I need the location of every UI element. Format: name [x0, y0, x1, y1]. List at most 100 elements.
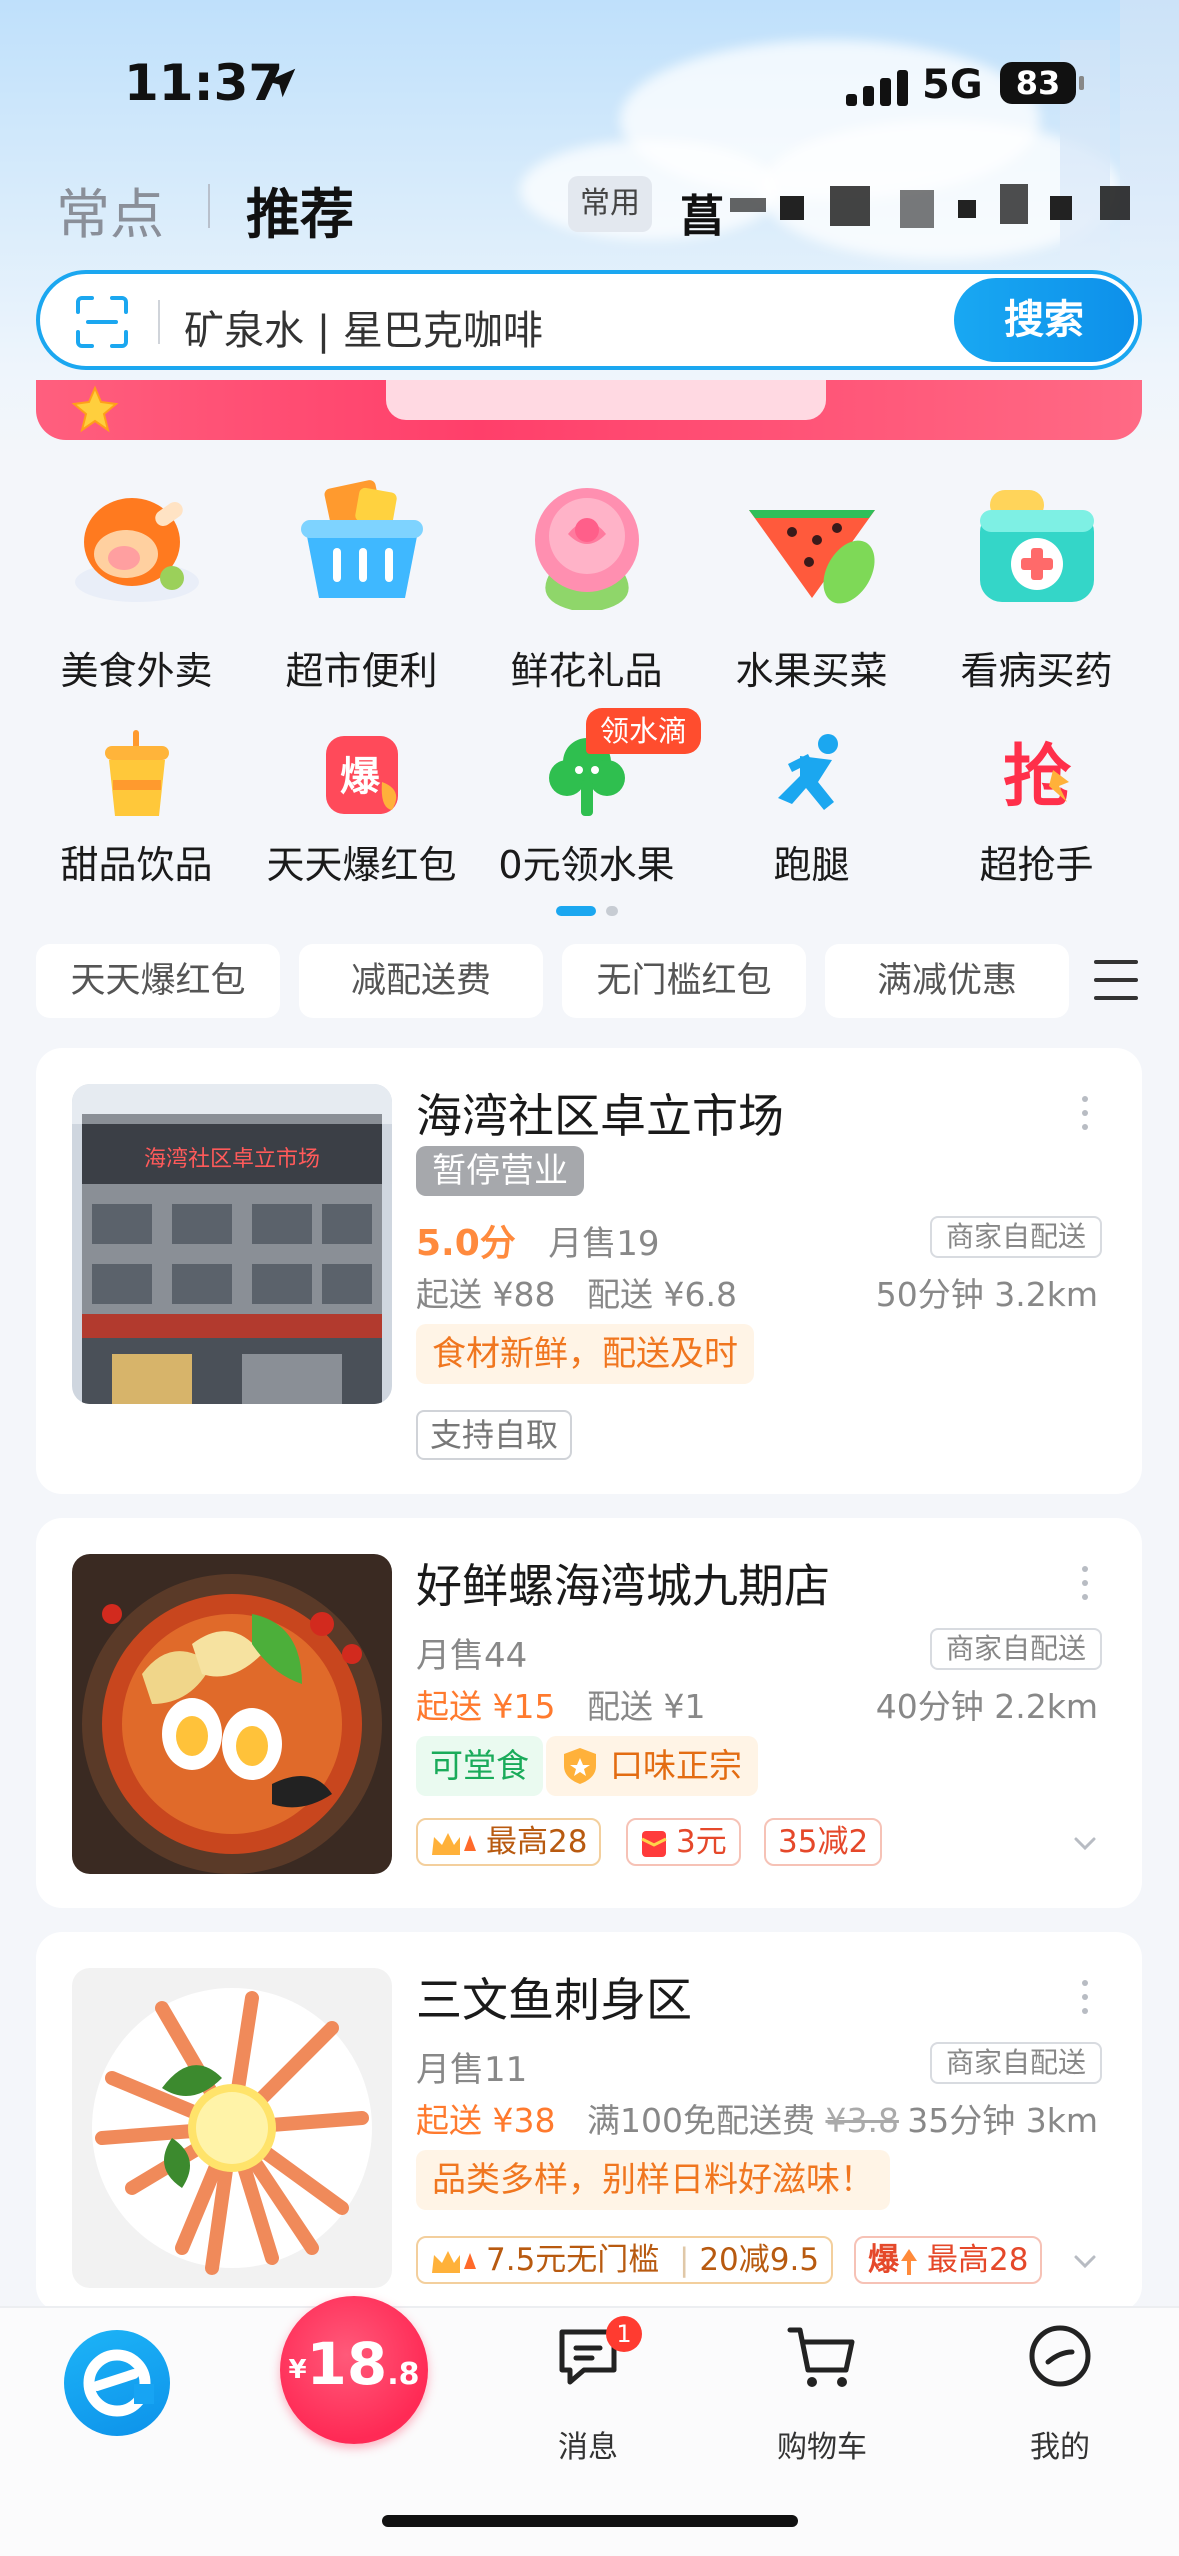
search-input[interactable]: 矿泉水 | 星巴克咖啡	[184, 298, 543, 356]
red-envelope-icon	[641, 1830, 667, 1857]
status-badge: 暂停营业	[416, 1146, 584, 1196]
promo-discount[interactable]: 35减2	[764, 1818, 883, 1866]
more-options-icon[interactable]	[1082, 1980, 1090, 2014]
more-options-icon[interactable]	[1082, 1096, 1090, 1130]
page-indicator-active	[556, 906, 596, 916]
drink-icon	[104, 730, 169, 816]
shop-card[interactable]: 三文鱼刺身区 月售11 商家自配送 起送 ¥38 满100免配送费 ¥3.8 3…	[36, 1932, 1142, 2312]
chevron-down-icon[interactable]	[1072, 1830, 1098, 1856]
promo-red-packet[interactable]: 3元	[626, 1818, 741, 1866]
category-hot-grab[interactable]: 抢 超抢手	[924, 730, 1149, 890]
category-errand[interactable]: 跑腿	[699, 730, 924, 890]
promo-max[interactable]: 最高28	[416, 1818, 602, 1866]
category-drinks[interactable]: 甜品饮品	[24, 730, 249, 890]
search-divider	[158, 300, 160, 344]
tab-label: 我的	[1030, 2430, 1090, 2465]
rating-score: 5.0分	[416, 1223, 516, 1264]
category-supermarket[interactable]: 超市便利	[249, 470, 474, 700]
delivery-address[interactable]: 菖	[680, 180, 724, 244]
filter-red-packet[interactable]: 天天爆红包	[36, 944, 280, 1018]
chevron-down-icon[interactable]	[1072, 2248, 1098, 2274]
water-drop-badge: 领水滴	[586, 708, 702, 754]
shop-name[interactable]: 三文鱼刺身区	[416, 1964, 692, 2030]
tab-messages[interactable]: 消息	[508, 2322, 668, 2482]
home-tab[interactable]	[64, 2330, 170, 2436]
shop-card[interactable]: 好鲜螺海湾城九期店 月售44 商家自配送 起送 ¥15 配送 ¥1 40分钟 2…	[36, 1518, 1142, 1908]
tab-frequent[interactable]: 常点	[56, 170, 164, 249]
eta-distance: 35分钟 3km	[907, 2101, 1098, 2140]
profile-icon	[1029, 2325, 1091, 2387]
search-button[interactable]: 搜索	[954, 278, 1134, 362]
delivery-type-badge: 商家自配送	[929, 1628, 1102, 1670]
category-red-packet[interactable]: 爆 天天爆红包	[249, 730, 474, 890]
monthly-sales: 月售44	[416, 1636, 528, 1676]
shop-image	[72, 1554, 392, 1874]
search-bar[interactable]: 矿泉水 | 星巴克咖啡 搜索	[36, 270, 1142, 370]
promo-banner[interactable]	[36, 380, 1142, 440]
tab-recommended[interactable]: 推荐	[246, 170, 354, 249]
scan-icon[interactable]	[74, 294, 130, 350]
filter-discount[interactable]: 满减优惠	[825, 944, 1069, 1018]
crown-icon	[432, 1832, 476, 1855]
tab-cart[interactable]: 购物车	[742, 2322, 902, 2482]
category-flowers[interactable]: 鲜花礼品	[474, 470, 699, 700]
category-label: 鲜花礼品	[510, 649, 663, 693]
category-label: 天天爆红包	[266, 843, 457, 887]
min-order: 起送 ¥15	[416, 1687, 556, 1726]
shop-name[interactable]: 海湾社区卓立市场	[416, 1080, 784, 1146]
promo-hot-max[interactable]: 爆最高28	[854, 2236, 1043, 2284]
category-label: 看病买药	[960, 649, 1113, 693]
address-chip[interactable]: 常用	[568, 176, 652, 232]
min-order: 起送 ¥38	[416, 2101, 556, 2140]
delivery-info: 起送 ¥38 满100免配送费 ¥3.8	[416, 2094, 899, 2142]
battery-icon: 83	[1000, 62, 1084, 104]
tab-label: 购物车	[777, 2430, 867, 2465]
category-medicine[interactable]: 看病买药	[924, 470, 1149, 700]
tab-divider	[208, 184, 210, 228]
delivery-fee: 配送 ¥1	[586, 1687, 706, 1726]
monthly-sales: 月售19	[548, 1224, 660, 1264]
status-time: 11:37	[124, 54, 284, 112]
category-fruit[interactable]: 水果买菜	[699, 470, 924, 700]
filter-reduce-delivery[interactable]: 减配送费	[299, 944, 543, 1018]
rose-icon	[534, 488, 639, 610]
filter-no-threshold[interactable]: 无门槛红包	[562, 944, 806, 1018]
more-options-icon[interactable]	[1082, 1566, 1090, 1600]
delivery-info: 起送 ¥88 配送 ¥6.8	[416, 1268, 737, 1316]
notification-badge: 1	[606, 2316, 642, 2352]
category-label: 超市便利	[285, 649, 438, 693]
grab-icon: 抢	[1002, 738, 1071, 817]
dine-in-tag: 可堂食	[416, 1736, 543, 1796]
shop-feature: 品类多样，别样日料好滋味！	[416, 2150, 890, 2210]
crown-icon	[432, 2250, 476, 2273]
category-label: 0元领水果	[498, 843, 675, 887]
category-label: 美食外卖	[60, 649, 213, 693]
promo-label: 3元	[676, 1824, 727, 1860]
network-type: 5G	[922, 62, 983, 108]
shop-rating-row: 5.0分 月售19	[416, 1214, 659, 1266]
eta-distance: 40分钟 2.2km	[875, 1687, 1098, 1726]
shop-name[interactable]: 好鲜螺海湾城九期店	[416, 1550, 830, 1616]
eta-distance: 50分钟 3.2km	[875, 1275, 1098, 1314]
star-icon	[71, 385, 119, 433]
tab-label: 消息	[558, 2430, 618, 2465]
original-fee: ¥3.8	[825, 2101, 899, 2140]
category-free-fruit[interactable]: 0元领水果	[474, 730, 699, 890]
category-food[interactable]: 美食外卖	[24, 470, 249, 700]
category-label: 水果买菜	[735, 649, 888, 693]
pickup-tag: 支持自取	[416, 1410, 573, 1460]
shop-image	[72, 1968, 392, 2288]
red-packet-icon: 爆	[325, 736, 398, 814]
promo-no-threshold[interactable]: 7.5元无门槛 | 20减9.5	[416, 2236, 834, 2284]
delivery-fee: 满100免配送费	[586, 2101, 815, 2140]
filter-menu-icon[interactable]	[1094, 958, 1138, 1002]
basket-icon	[300, 480, 423, 598]
red-packet-icon-text: 爆	[340, 754, 381, 800]
tab-profile[interactable]: 我的	[980, 2322, 1140, 2482]
promo-label: 20减9.5	[699, 2242, 820, 2278]
shop-image: 海湾社区卓立市场	[72, 1084, 392, 1404]
promo-label: 最高28	[927, 2242, 1029, 2278]
category-label: 甜品饮品	[60, 843, 213, 887]
shop-card[interactable]: 海湾社区卓立市场 海湾社区卓立市场 暂停营业 5.0分 月售19 商家自配送 起…	[36, 1048, 1142, 1494]
cart-icon	[787, 2327, 855, 2387]
